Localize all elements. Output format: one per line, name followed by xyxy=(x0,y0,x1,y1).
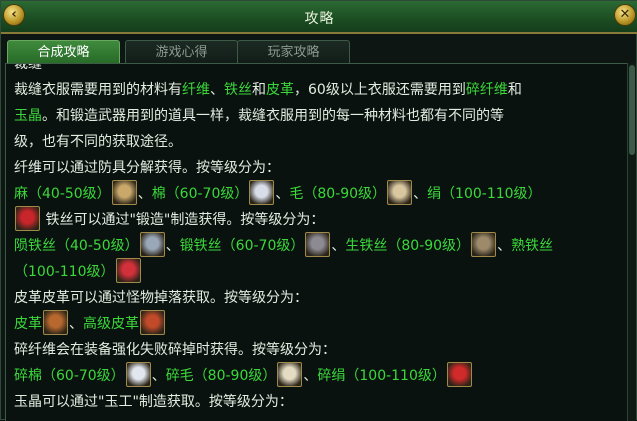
guide-line: 铁丝可以通过"锻造"制造获得。按等级分为： xyxy=(14,205,614,233)
material-name: 碎毛（80-90级） xyxy=(165,368,277,384)
silk-icon[interactable] xyxy=(15,205,40,231)
material-name: 陨铁丝（40-50级） xyxy=(14,238,139,254)
guide-text: 级，也有不同的获取途径。 xyxy=(14,134,182,150)
guide-line: 碎纤维会在装备强化失败碎掉时获得。按等级分为： xyxy=(14,337,614,363)
close-icon[interactable]: ✕ xyxy=(614,4,636,26)
guide-text: 碎纤维会在装备强化失败碎掉时获得。按等级分为： xyxy=(14,342,336,358)
guide-line: 玉晶。和锻造武器用到的道具一样，裁缝衣服用到的每一种材料也都有不同的等 xyxy=(14,103,614,129)
guide-text: 、 xyxy=(303,368,318,384)
tab-crafting-guide[interactable]: 合成攻略 xyxy=(7,40,120,64)
guide-text: 皮革皮革可以通过怪物掉落获取。按等级分为： xyxy=(14,290,308,306)
wool-icon[interactable] xyxy=(387,179,413,205)
guide-text: ，60级以上衣服还需要用到 xyxy=(294,82,466,98)
guide-text: 、 xyxy=(165,238,180,254)
material-name: 麻（40-50级） xyxy=(14,186,111,202)
guide-content: 裁缝 裁缝衣服需要用到的材料有纤维、铁丝和皮革，60级以上衣服还需要用到碎纤维和玉… xyxy=(14,63,614,415)
guide-text: 玉晶可以通过"玉工"制造获取。按等级分为： xyxy=(14,394,293,410)
cotton-icon[interactable] xyxy=(249,179,275,205)
wrought-wire-icon[interactable] xyxy=(115,257,141,283)
guide-text: 铁丝可以通过"锻造"制造获得。按等级分为： xyxy=(41,212,325,228)
tab-player-guide[interactable]: 玩家攻略 xyxy=(237,40,350,64)
guide-line: 级，也有不同的获取途径。 xyxy=(14,129,614,155)
guide-line: 裁缝 xyxy=(14,63,614,77)
guide-line: 皮革 、高级皮革 xyxy=(14,309,614,337)
material-name: 锻铁丝（60-70级） xyxy=(179,238,305,254)
guide-text: 、 xyxy=(151,368,166,384)
material-name: 熟铁丝 xyxy=(511,238,554,254)
guide-text: 、 xyxy=(413,186,428,202)
title-bar: ‹ 攻略 ✕ xyxy=(1,1,637,34)
premium-leather-icon[interactable] xyxy=(140,309,165,335)
guide-text: 、 xyxy=(497,238,512,254)
material-name: 毛（80-90级） xyxy=(289,186,387,202)
material-name: 高级皮革 xyxy=(83,316,139,332)
scrollbar-thumb[interactable] xyxy=(629,65,635,155)
material-name: 玉晶 xyxy=(14,108,42,124)
guide-line: 玉晶可以通过"玉工"制造获取。按等级分为： xyxy=(14,389,614,415)
guide-line: （100-110级） xyxy=(14,257,614,285)
guide-text: 裁缝 xyxy=(14,63,42,72)
material-name: 铁丝 xyxy=(224,82,252,98)
guide-text: 、 xyxy=(275,186,290,202)
guide-text: 和 xyxy=(252,82,266,98)
material-name: 皮革 xyxy=(266,82,294,98)
guide-line: 皮革皮革可以通过怪物掉落获取。按等级分为： xyxy=(14,285,614,311)
window-title: 攻略 xyxy=(304,11,335,27)
material-name: 碎绢（100-110级） xyxy=(317,368,446,384)
guide-text: 纤维可以通过防具分解获得。按等级分为： xyxy=(14,160,280,176)
material-name: 皮革 xyxy=(14,316,42,332)
guide-text: 。和锻造武器用到的道具一样，裁缝衣服用到的每一种材料也都有不同的等 xyxy=(42,108,504,124)
hemp-icon[interactable] xyxy=(111,179,137,205)
guide-line: 纤维可以通过防具分解获得。按等级分为： xyxy=(14,155,614,181)
guide-text: 裁缝衣服需要用到的材料有 xyxy=(14,82,182,98)
material-name: 碎棉（60-70级） xyxy=(14,368,125,384)
forged-wire-icon[interactable] xyxy=(305,231,331,257)
meteor-wire-icon[interactable] xyxy=(139,231,165,257)
raw-wire-icon[interactable] xyxy=(471,231,497,257)
broken-wool-icon[interactable] xyxy=(277,361,303,387)
guide-line: 麻（40-50级） 、棉（60-70级） 、毛（80-90级） 、绢（100-110级… xyxy=(14,179,614,207)
leather-icon[interactable] xyxy=(43,309,68,335)
guide-line: 碎棉（60-70级） 、碎毛（80-90级） 、碎绢（100-110级） xyxy=(14,361,614,389)
guide-text: 和 xyxy=(507,82,522,98)
material-name: 碎纤维 xyxy=(465,82,508,98)
guide-text: 、 xyxy=(69,316,83,332)
guide-line: 裁缝衣服需要用到的材料有纤维、铁丝和皮革，60级以上衣服还需要用到碎纤维和 xyxy=(14,77,614,103)
material-name: 纤维 xyxy=(182,82,210,98)
material-name: 绢（100-110级） xyxy=(427,186,542,202)
material-name: （100-110级） xyxy=(14,264,115,280)
guide-content-frame: 裁缝 裁缝衣服需要用到的材料有纤维、铁丝和皮革，60级以上衣服还需要用到碎纤维和玉… xyxy=(5,63,629,421)
scrollbar[interactable] xyxy=(627,63,636,421)
guide-text: 、 xyxy=(210,82,224,98)
broken-cotton-icon[interactable] xyxy=(125,361,151,387)
guide-text: 、 xyxy=(331,238,346,254)
material-name: 棉（60-70级） xyxy=(151,186,249,202)
tab-game-experience[interactable]: 游戏心得 xyxy=(125,40,238,64)
guide-line: 陨铁丝（40-50级） 、锻铁丝（60-70级） 、生铁丝（80-90级） 、熟铁丝 xyxy=(14,231,614,259)
material-name: 生铁丝（80-90级） xyxy=(345,238,471,254)
guide-text: 、 xyxy=(137,186,152,202)
guide-window: ‹ 攻略 ✕ 合成攻略 游戏心得 玩家攻略 裁缝 裁缝衣服需要用到的材料有纤维、铁… xyxy=(0,0,637,421)
broken-silk-icon[interactable] xyxy=(446,361,472,387)
